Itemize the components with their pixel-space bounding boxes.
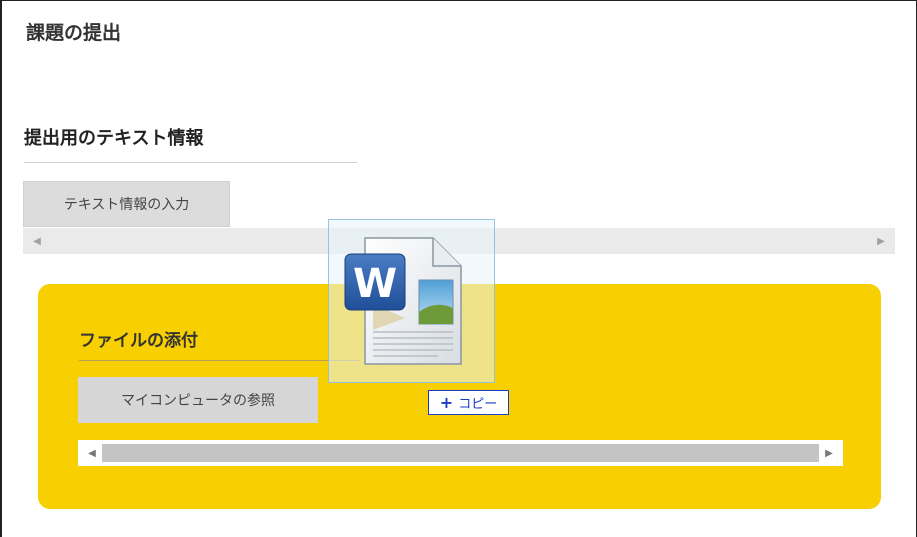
plus-icon: + (439, 393, 454, 412)
scrollbar-thumb[interactable] (102, 444, 819, 462)
horizontal-scrollbar-attach[interactable]: ◀ ▶ (78, 440, 843, 466)
word-document-icon: W (344, 237, 462, 365)
scroll-right-arrow-icon[interactable]: ▶ (819, 440, 839, 466)
copy-drag-indicator: + コピー (428, 390, 509, 415)
scroll-left-arrow-icon[interactable]: ◀ (82, 440, 102, 466)
drag-ghost: W (328, 219, 495, 383)
section-divider (24, 162, 357, 163)
copy-label: コピー (458, 397, 498, 412)
svg-text:W: W (353, 261, 397, 307)
tab-text-input-label: テキスト情報の入力 (63, 197, 190, 213)
browse-my-computer-button[interactable]: マイコンピュータの参照 (78, 377, 318, 423)
attach-section-title: ファイルの添付 (79, 331, 198, 351)
scroll-right-arrow-icon[interactable]: ▶ (871, 228, 891, 254)
attach-divider (79, 360, 359, 361)
tab-text-input[interactable]: テキスト情報の入力 (23, 181, 230, 227)
text-section-title: 提出用のテキスト情報 (24, 128, 204, 149)
scroll-left-arrow-icon[interactable]: ◀ (27, 228, 47, 254)
page-title: 課題の提出 (26, 22, 122, 44)
